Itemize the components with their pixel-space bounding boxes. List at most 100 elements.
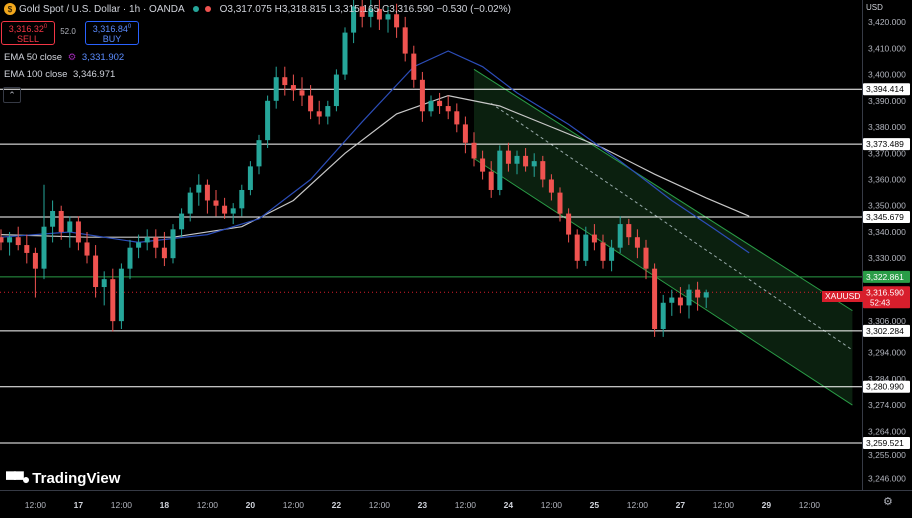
candle-body [643, 247, 649, 269]
spread-value: 52.0 [60, 27, 76, 36]
market-open-icon [192, 6, 199, 12]
candle-body [136, 242, 142, 248]
ema100-label: EMA 100 close [4, 69, 68, 80]
candle-body [273, 77, 279, 101]
candle-body [617, 224, 623, 248]
candle-body [290, 85, 296, 91]
tv-mark-icon: ▀▀● [6, 470, 30, 487]
currency-label[interactable]: USD [866, 3, 883, 12]
candle-body [308, 95, 314, 112]
candle-body [505, 150, 511, 164]
chart-settings-icon[interactable]: ⚙ [883, 495, 893, 508]
candle-body [686, 289, 692, 306]
candle-body [118, 268, 124, 322]
candle-body [153, 237, 159, 248]
candle-body [411, 53, 417, 80]
candle-body [609, 247, 615, 261]
symbol-price-tag: XAUUSD [822, 291, 864, 302]
candle-body [187, 192, 193, 214]
candle-body [0, 237, 4, 243]
candle-body [695, 289, 701, 298]
candle-body [67, 221, 73, 232]
candle-body [454, 111, 460, 125]
candle-body [419, 79, 425, 112]
candle-body [669, 297, 675, 303]
candle-body [591, 234, 597, 243]
candle-body [540, 161, 546, 180]
candle-body [144, 237, 150, 243]
candle-body [75, 221, 81, 243]
candle-body [7, 237, 13, 243]
candle-body [222, 205, 228, 214]
collapse-legend-button[interactable]: ⌃ [3, 87, 21, 103]
buy-price-sup: 0 [127, 24, 132, 30]
candle-body [161, 247, 167, 259]
candle-body [437, 100, 443, 107]
time-axis[interactable] [0, 490, 912, 514]
gold-coin-icon: $ [4, 3, 16, 15]
candle-body [247, 166, 253, 190]
candle-body [574, 234, 580, 261]
settings-gear-icon[interactable]: ⚙ [68, 52, 77, 63]
candle-body [101, 279, 107, 288]
chart-canvas[interactable]: 3,420.0003,410.0003,400.0003,390.0003,38… [0, 0, 912, 513]
sell-button[interactable]: 3,316.320 SELL [1, 21, 55, 45]
price-axis[interactable] [862, 0, 912, 490]
ema50-label: EMA 50 close [4, 52, 63, 63]
candle-body [93, 255, 99, 288]
tradingview-logo: ▀▀● TradingView [6, 470, 120, 487]
sell-price: 3,316.32 [8, 24, 44, 34]
candle-body [325, 106, 331, 117]
candle-body [626, 224, 632, 238]
sell-price-sup: 0 [43, 24, 48, 30]
candle-body [342, 32, 348, 75]
candle-body [660, 302, 666, 329]
candle-body [497, 150, 503, 190]
buy-label: BUY [102, 34, 122, 44]
candle-body [58, 210, 64, 232]
candle-body [634, 237, 640, 248]
symbol-title[interactable]: Gold Spot / U.S. Dollar · 1h · OANDA [19, 4, 185, 15]
candle-body [110, 279, 116, 322]
candle-body [265, 100, 271, 141]
candle-body [282, 77, 288, 86]
candle-body [84, 242, 90, 256]
candle-body [583, 234, 589, 261]
candle-body [204, 184, 210, 201]
buy-button[interactable]: 3,316.840 BUY [85, 21, 139, 45]
symbol-header: $ Gold Spot / U.S. Dollar · 1h · OANDA O… [0, 0, 511, 18]
candle-body [480, 158, 486, 172]
candle-body [488, 171, 494, 190]
candle-body [531, 161, 537, 167]
candle-body [462, 124, 468, 143]
sell-label: SELL [16, 34, 40, 44]
ema50-value: 3,331.902 [81, 52, 125, 63]
candle-body [402, 27, 408, 54]
alert-icon [204, 6, 211, 12]
ema50-legend[interactable]: EMA 50 close ⚙ 3,331.902 [4, 52, 124, 63]
buy-price: 3,316.84 [92, 24, 128, 34]
candle-body [514, 155, 520, 164]
candle-body [50, 210, 56, 227]
candle-body [445, 106, 451, 112]
candle-body [428, 100, 434, 112]
candle-body [299, 90, 305, 96]
candle-body [196, 184, 202, 193]
candle-body [15, 237, 21, 246]
candle-body [170, 229, 176, 259]
ema100-value: 3,346.971 [73, 69, 116, 80]
ema100-legend[interactable]: EMA 100 close 3,346.971 [4, 69, 115, 80]
candle-body [41, 226, 47, 269]
channel-fill [474, 69, 853, 406]
candle-body [548, 179, 554, 193]
candle-body [471, 142, 477, 159]
ohlc-readout: O3,317.075 H3,318.815 L3,315.165 C3,316.… [219, 3, 511, 15]
trade-panel: 3,316.320 SELL 52.0 3,316.840 BUY [1, 21, 139, 45]
candle-body [600, 242, 606, 261]
candle-body [213, 200, 219, 206]
price-chart[interactable]: 3,420.000 3,410.000 3,400.000 3,390.000 3,38… [0, 0, 912, 513]
candle-body [239, 189, 245, 209]
candle-body [652, 268, 658, 329]
brand-name: TradingView [32, 470, 121, 487]
candle-body [127, 247, 133, 269]
